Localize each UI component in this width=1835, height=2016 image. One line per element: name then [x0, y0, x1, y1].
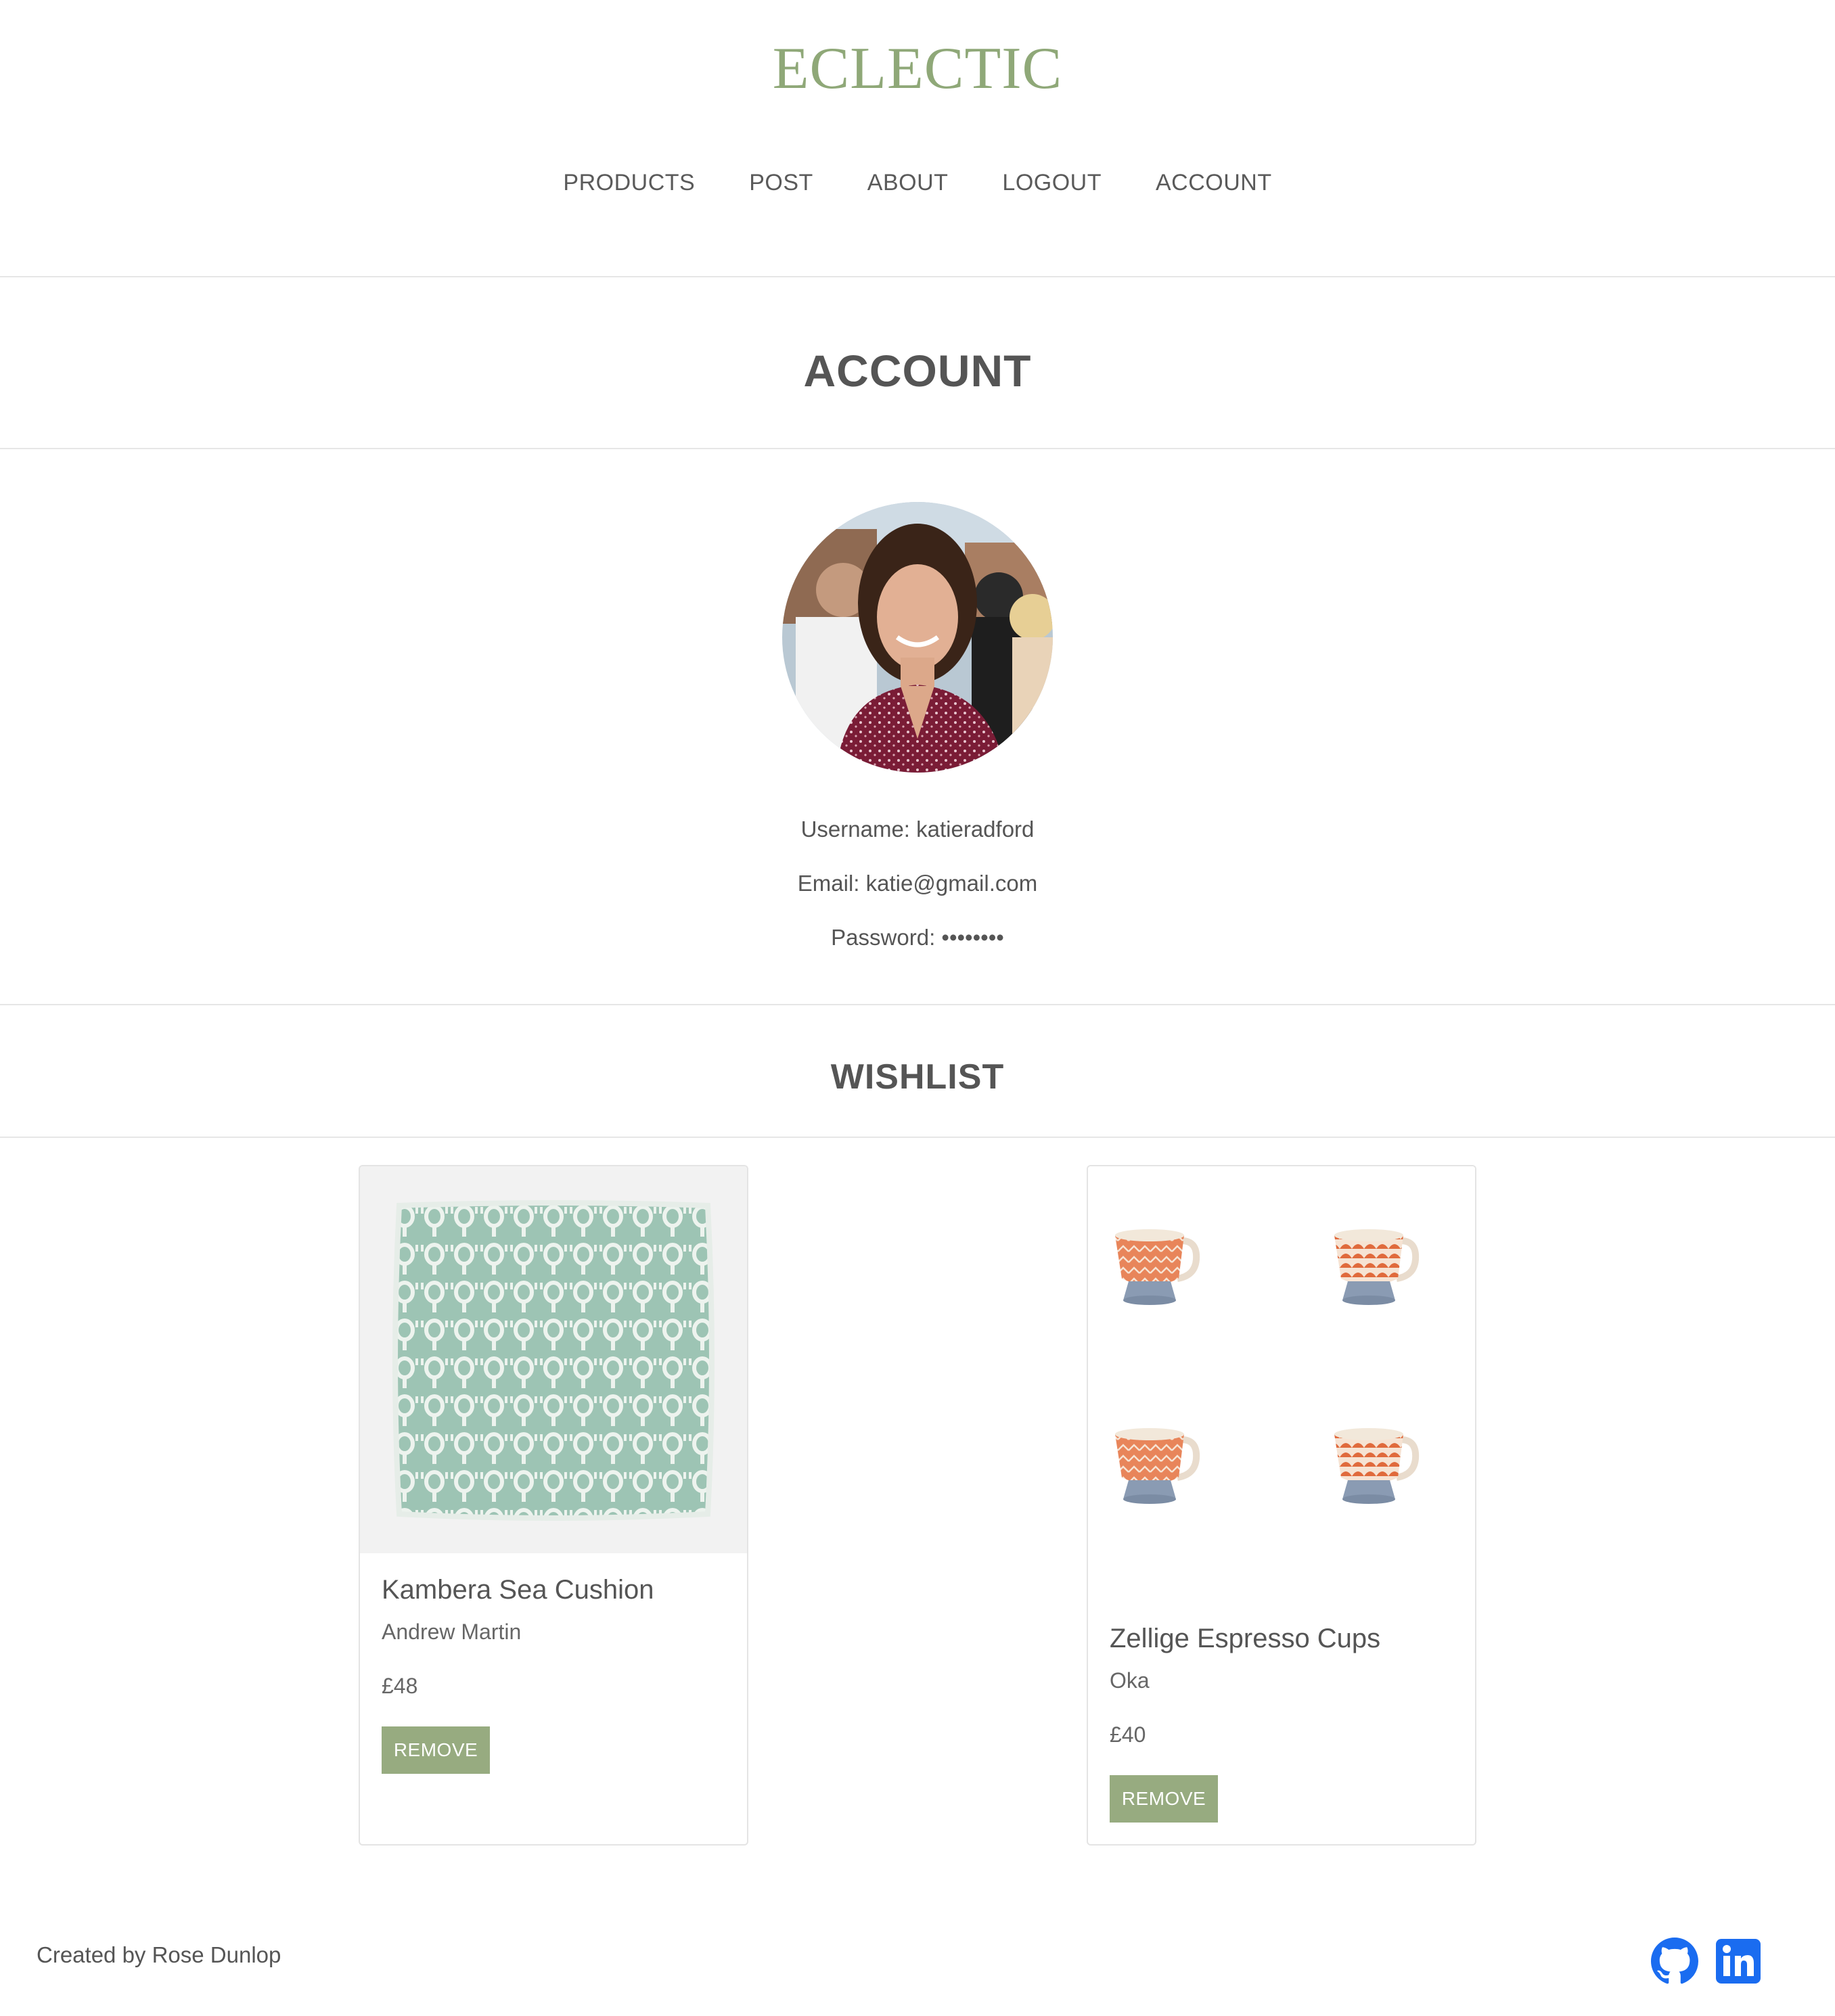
- password-label: Password: ••••••••: [831, 925, 1004, 950]
- username-label: Username: katieradford: [800, 817, 1035, 842]
- remove-button[interactable]: REMOVE: [382, 1726, 490, 1774]
- wishlist-card: Kambera Sea Cushion Andrew Martin £48 RE…: [359, 1165, 748, 1846]
- product-image[interactable]: [1088, 1166, 1475, 1553]
- product-name[interactable]: Kambera Sea Cushion: [382, 1572, 654, 1607]
- page-title: ACCOUNT: [803, 346, 1032, 396]
- nav-account[interactable]: ACCOUNT: [1156, 166, 1272, 199]
- main-nav: PRODUCTS POST ABOUT LOGOUT ACCOUNT: [0, 166, 1835, 199]
- divider: [0, 276, 1835, 277]
- github-icon[interactable]: [1651, 1938, 1698, 1985]
- nav-post[interactable]: POST: [749, 166, 813, 199]
- footer-credit: Created by Rose Dunlop: [37, 1942, 281, 1967]
- remove-button[interactable]: REMOVE: [1110, 1775, 1218, 1823]
- divider: [0, 448, 1835, 449]
- wishlist-title: WISHLIST: [830, 1057, 1005, 1097]
- product-name[interactable]: Zellige Espresso Cups: [1110, 1621, 1380, 1656]
- brand-logo[interactable]: ECLECTIC: [0, 35, 1835, 103]
- nav-about[interactable]: ABOUT: [867, 166, 949, 199]
- product-price: £48: [382, 1674, 418, 1698]
- nav-products[interactable]: PRODUCTS: [563, 166, 695, 199]
- product-brand: Andrew Martin: [382, 1620, 522, 1644]
- product-brand: Oka: [1110, 1668, 1150, 1693]
- wishlist-card: Zellige Espresso Cups Oka £40 REMOVE: [1087, 1165, 1476, 1846]
- divider: [0, 1137, 1835, 1138]
- email-label: Email: katie@gmail.com: [797, 871, 1038, 896]
- nav-logout[interactable]: LOGOUT: [1002, 166, 1102, 199]
- avatar: [782, 502, 1053, 773]
- divider: [0, 1004, 1835, 1005]
- product-price: £40: [1110, 1722, 1146, 1747]
- product-image[interactable]: [360, 1166, 747, 1553]
- linkedin-icon[interactable]: [1715, 1938, 1762, 1985]
